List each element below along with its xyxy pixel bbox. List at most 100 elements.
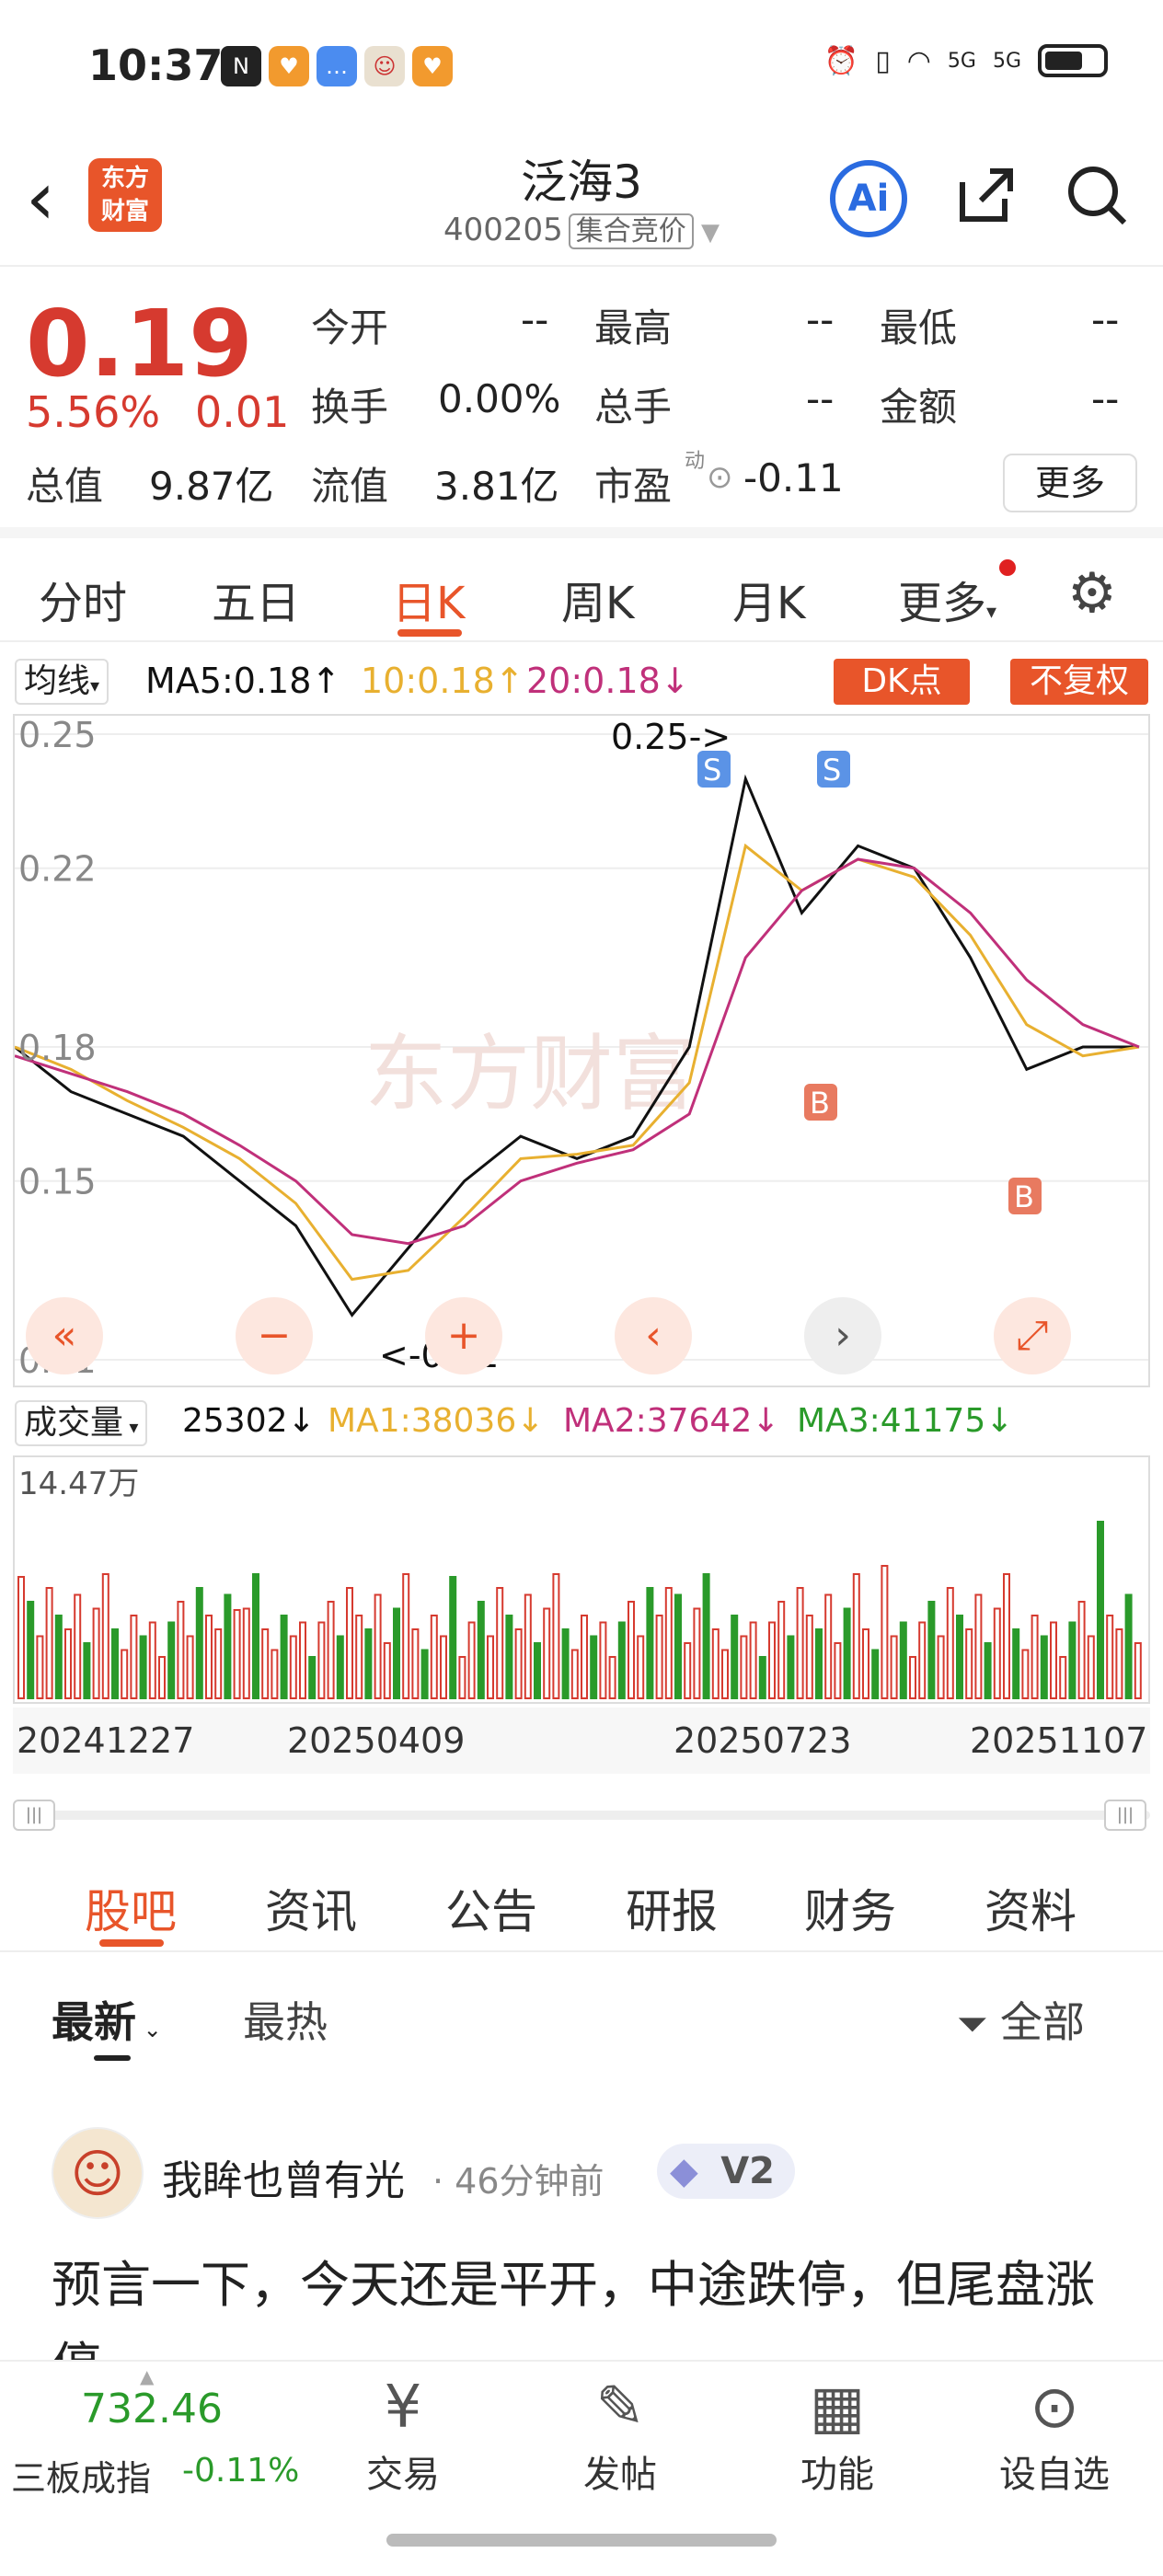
ma20-value: 20:0.18↓ <box>526 661 690 701</box>
filter-button[interactable]: ⏷ 全部 <box>957 1989 1085 2050</box>
volume-bar <box>74 1593 82 1699</box>
volume-bar <box>205 1615 213 1699</box>
volume-bar <box>1068 1621 1077 1699</box>
scroll-right-button[interactable]: › <box>804 1297 881 1374</box>
sort-latest[interactable]: 最新 ⌄ <box>52 1989 162 2050</box>
sell-marker-label: S <box>703 753 721 788</box>
volume-bar <box>336 1635 344 1699</box>
volume-bar <box>1059 1656 1067 1699</box>
tab-profile[interactable]: 资料 <box>985 1875 1077 1941</box>
signal-markers: S S B B <box>697 751 1042 1214</box>
level-badge-label: V2 <box>720 2150 775 2192</box>
info-icon[interactable]: ⊙ <box>707 459 733 496</box>
ma-legend: 均线▾ MA5:0.18↑ 10:0.18↑ 20:0.18↓ DK点 不复权 <box>0 653 1163 710</box>
tab-monthly-k[interactable]: 月K <box>732 567 805 631</box>
gear-icon[interactable]: ⚙ <box>1067 561 1117 626</box>
more-quote-button[interactable]: 更多 <box>1003 454 1137 512</box>
index-value[interactable]: 732.46 <box>81 2386 223 2432</box>
sort-hot[interactable]: 最热 <box>243 1989 328 2050</box>
volume-bar <box>974 1593 983 1699</box>
price-tick-label: 0.22 <box>18 849 97 890</box>
zoom-out-button[interactable]: − <box>236 1297 313 1374</box>
float-value: 3.81亿 <box>434 464 559 509</box>
post-author[interactable]: 我眸也曾有光 <box>162 2147 405 2206</box>
volume-bar <box>721 1649 729 1699</box>
kline-chart[interactable]: 东方财富 0.250.220.180.150.11 0.25-> <-0.11 … <box>13 714 1150 1387</box>
nav-functions[interactable]: ▦ 功能 <box>745 2371 929 2498</box>
date-label-4: 20251107 <box>970 1720 1148 1761</box>
tab-finance[interactable]: 财务 <box>804 1875 896 1941</box>
volume-bar <box>1050 1621 1057 1699</box>
volume-bar <box>289 1635 297 1699</box>
volume-bar <box>758 1656 766 1699</box>
volume-value: 25302↓ <box>182 1402 316 1440</box>
price-tick-label: 0.18 <box>18 1028 97 1068</box>
volume-bar <box>899 1621 907 1699</box>
tab-intraday[interactable]: 分时 <box>39 567 127 631</box>
tab-daily-k[interactable]: 日K <box>392 567 465 631</box>
volume-bar <box>937 1635 945 1699</box>
dk-point-button[interactable]: DK点 <box>834 659 970 705</box>
volume-bar <box>308 1656 317 1699</box>
volume-bar <box>796 1587 804 1699</box>
volume-bar <box>271 1649 279 1699</box>
more-circle-icon: ⊙ <box>1030 2374 1079 2442</box>
current-price: 0.19 <box>26 290 253 397</box>
ai-assistant-button[interactable]: Ai <box>830 160 907 237</box>
volume-bar <box>233 1609 241 1699</box>
volume-bar <box>1003 1573 1010 1699</box>
no-adjust-button[interactable]: 不复权 <box>1010 659 1148 705</box>
volume-bar <box>440 1635 447 1699</box>
volume-bar <box>956 1615 963 1699</box>
avatar[interactable]: ☺ <box>52 2127 144 2219</box>
volume-chart[interactable]: 14.47万 <box>13 1455 1150 1704</box>
tab-research[interactable]: 研报 <box>626 1875 718 1941</box>
scroll-handle-right[interactable]: ||| <box>1104 1800 1146 1831</box>
nav-trade[interactable]: ¥ 交易 <box>311 2371 495 2498</box>
range-scrollbar[interactable]: ||| ||| <box>13 1798 1150 1833</box>
volume-bar <box>449 1576 457 1699</box>
ma-selector[interactable]: 均线▾ <box>15 659 109 705</box>
volume-bar <box>731 1615 739 1699</box>
quote-panel: 0.19 5.56% 0.01 今开 -- 最高 -- 最低 -- 换手 0.0… <box>0 271 1163 538</box>
volume-value: -- <box>806 376 835 421</box>
nav-watchlist[interactable]: ⊙ 设自选 <box>962 2371 1146 2498</box>
ma10-value: 10:0.18↑ <box>361 661 524 701</box>
tab-weekly-k[interactable]: 周K <box>561 567 634 631</box>
tab-five-day[interactable]: 五日 <box>212 567 300 631</box>
status-bar: 10:37 N ♥ … ☺ ♥ ⏰ ▯ ◠ 5G 5G <box>0 0 1163 138</box>
post-content[interactable]: 预言一下，今天还是平开，中途跌停，但尾盘涨停 <box>52 2245 1119 2374</box>
volume-bar <box>36 1635 44 1699</box>
volume-bar <box>186 1635 194 1699</box>
open-value: -- <box>521 297 549 342</box>
tab-more[interactable]: 更多▾ <box>898 567 996 631</box>
tab-news[interactable]: 资讯 <box>265 1875 357 1941</box>
zoom-in-button[interactable]: + <box>425 1297 502 1374</box>
volume-bar <box>139 1635 147 1699</box>
volume-selector-label: 成交量 <box>24 1404 124 1442</box>
volume-bar <box>543 1607 551 1699</box>
index-name[interactable]: 三板成指 <box>11 2450 151 2501</box>
volume-selector[interactable]: 成交量 ▾ <box>15 1400 148 1446</box>
chevron-down-icon: ⌄ <box>136 2017 162 2042</box>
ma-selector-label: 均线 <box>24 662 91 700</box>
volume-bar <box>524 1593 532 1699</box>
vol-ma3: MA3:41175↓ <box>797 1402 1014 1440</box>
volume-bar <box>815 1628 823 1699</box>
stock-header: ‹ 东方财富 泛海3 400205 集合竞价 ▼ Ai <box>0 138 1163 267</box>
nav-post[interactable]: ✎ 发帖 <box>528 2371 712 2498</box>
scroll-left-button[interactable]: ‹ <box>615 1297 692 1374</box>
tab-guba[interactable]: 股吧 <box>85 1875 177 1941</box>
post-item[interactable]: ☺ 我眸也曾有光 · 46分钟前 ◆ V2 预言一下，今天还是平开，中途跌停，但尾… <box>0 2107 1163 2374</box>
home-indicator[interactable] <box>386 2534 777 2547</box>
scroll-left-fast-button[interactable]: « <box>26 1297 103 1374</box>
volume-bar <box>261 1628 270 1699</box>
sort-underline <box>94 2055 131 2061</box>
fullscreen-icon[interactable]: ⤢ <box>994 1297 1071 1374</box>
share-icon[interactable] <box>953 162 1019 243</box>
scroll-handle-left[interactable]: ||| <box>13 1800 55 1831</box>
ma5-value: MA5:0.18↑ <box>145 661 341 701</box>
tab-announcements[interactable]: 公告 <box>445 1875 537 1941</box>
float-label: 流值 <box>311 464 389 509</box>
search-icon[interactable] <box>1064 162 1130 245</box>
